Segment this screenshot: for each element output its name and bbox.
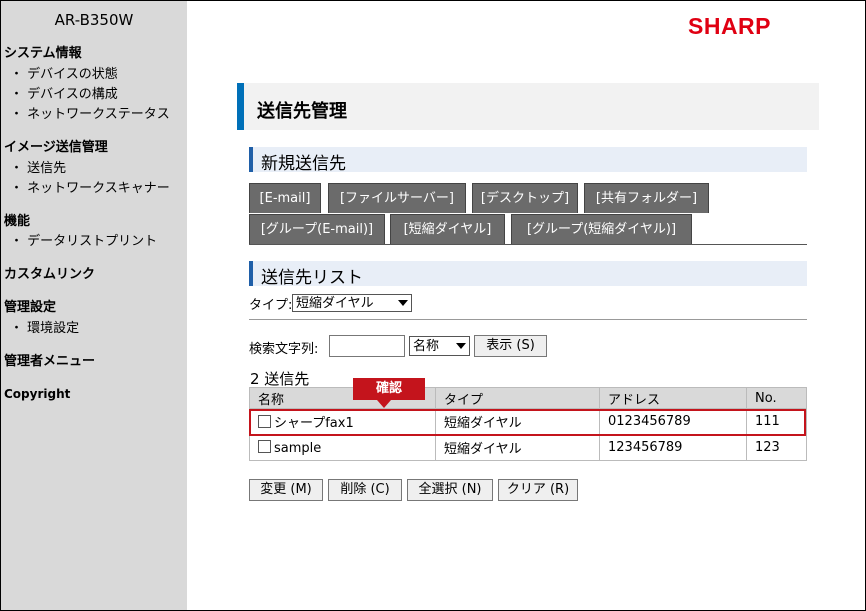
- row-type: 短縮ダイヤル: [435, 434, 600, 461]
- row-address: 0123456789: [599, 408, 747, 435]
- callout-pointer: [377, 400, 391, 408]
- section-accent-bar: [249, 147, 253, 172]
- row-name[interactable]: シャープfax1: [274, 416, 354, 431]
- confirm-callout: 確認: [353, 378, 425, 400]
- row-name[interactable]: sample: [274, 441, 321, 456]
- type-select-value: 短縮ダイヤル: [296, 296, 374, 311]
- tab-speed-dial[interactable]: [短縮ダイヤル]: [390, 214, 505, 244]
- destination-list-header: 送信先リスト: [249, 261, 807, 288]
- page-title-box: 送信先管理: [237, 83, 819, 130]
- table-row[interactable]: シャープfax1 短縮ダイヤル 0123456789 111: [249, 408, 807, 435]
- tab-file-server[interactable]: [ファイルサーバー]: [328, 183, 466, 213]
- row-checkbox[interactable]: [258, 415, 271, 428]
- row-checkbox[interactable]: [258, 439, 271, 453]
- type-select[interactable]: 短縮ダイヤル: [292, 294, 412, 312]
- row-no: 123: [746, 434, 807, 461]
- sidebar-item-network-scanner[interactable]: ・ ネットワークスキャナー: [10, 177, 170, 196]
- browser-page: AR-B350W システム情報 ・ デバイスの状態 ・ デバイスの構成 ・ ネッ…: [0, 0, 866, 611]
- tab-shared-folder[interactable]: [共有フォルダー]: [584, 183, 709, 213]
- table-header: 名称 タイプ アドレス No.: [249, 387, 807, 409]
- sidebar-item-network-status[interactable]: ・ ネットワークステータス: [10, 103, 170, 122]
- clear-button[interactable]: クリア (R): [498, 479, 578, 501]
- col-type: タイプ: [435, 387, 600, 409]
- tab-desktop[interactable]: [デスクトップ]: [472, 183, 578, 213]
- sidebar-heading-copyright[interactable]: Copyright: [4, 387, 70, 401]
- sidebar-item-device-config[interactable]: ・ デバイスの構成: [10, 83, 118, 102]
- sidebar-item-destinations[interactable]: ・ 送信先: [10, 157, 66, 176]
- sidebar-heading-admin-settings[interactable]: 管理設定: [4, 296, 56, 315]
- table-row[interactable]: sample 短縮ダイヤル 123456789 123: [249, 434, 807, 461]
- sidebar-heading-admin-menu[interactable]: 管理者メニュー: [4, 350, 95, 369]
- sidebar-heading-system-info[interactable]: システム情報: [4, 42, 82, 61]
- show-button[interactable]: 表示 (S): [474, 335, 547, 357]
- delete-button[interactable]: 削除 (C): [328, 479, 402, 501]
- destination-count: 2 送信先: [250, 370, 310, 388]
- row-name-cell: シャープfax1: [249, 408, 436, 435]
- chevron-down-icon: [398, 300, 408, 306]
- row-type: 短縮ダイヤル: [435, 408, 600, 435]
- new-destination-title: 新規送信先: [261, 154, 346, 174]
- search-input[interactable]: [329, 335, 405, 357]
- col-address: アドレス: [599, 387, 747, 409]
- row-name-cell: sample: [249, 434, 436, 461]
- sidebar-heading-functions[interactable]: 機能: [4, 210, 30, 229]
- search-label: 検索文字列:: [249, 342, 319, 357]
- tabs-baseline: [249, 244, 807, 245]
- sidebar-heading-custom-link[interactable]: カスタムリンク: [4, 263, 95, 282]
- title-accent-bar: [237, 83, 244, 130]
- row-address: 123456789: [599, 434, 747, 461]
- select-all-button[interactable]: 全選択 (N): [407, 479, 493, 501]
- sidebar-item-device-status[interactable]: ・ デバイスの状態: [10, 63, 118, 82]
- page-title: 送信先管理: [257, 101, 347, 122]
- section-accent-bar: [249, 261, 253, 286]
- tab-email[interactable]: [E-mail]: [249, 183, 321, 213]
- sidebar-item-data-list-print[interactable]: ・ データリストプリント: [10, 230, 157, 249]
- new-destination-header: 新規送信先: [249, 147, 807, 174]
- divider: [249, 319, 807, 320]
- chevron-down-icon: [456, 343, 466, 349]
- destination-list-title: 送信先リスト: [261, 268, 363, 288]
- model-name: AR-B350W: [54, 11, 134, 29]
- row-no: 111: [746, 408, 807, 435]
- sidebar: AR-B350W システム情報 ・ デバイスの状態 ・ デバイスの構成 ・ ネッ…: [1, 1, 187, 610]
- search-mode-select[interactable]: 名称: [409, 336, 470, 356]
- tab-group-speed-dial[interactable]: [グループ(短縮ダイヤル)]: [511, 214, 692, 244]
- col-no: No.: [746, 387, 807, 409]
- sidebar-heading-image-send[interactable]: イメージ送信管理: [4, 136, 108, 155]
- destination-table: 名称 タイプ アドレス No. シャープfax1 短縮ダイヤル 01234567…: [249, 387, 807, 461]
- tab-group-email[interactable]: [グループ(E-mail)]: [249, 214, 385, 244]
- change-button[interactable]: 変更 (M): [249, 479, 323, 501]
- sharp-logo: SHARP: [688, 13, 772, 39]
- type-label: タイプ:: [249, 298, 293, 313]
- sidebar-item-env-settings[interactable]: ・ 環境設定: [10, 317, 79, 336]
- search-mode-value: 名称: [413, 339, 440, 354]
